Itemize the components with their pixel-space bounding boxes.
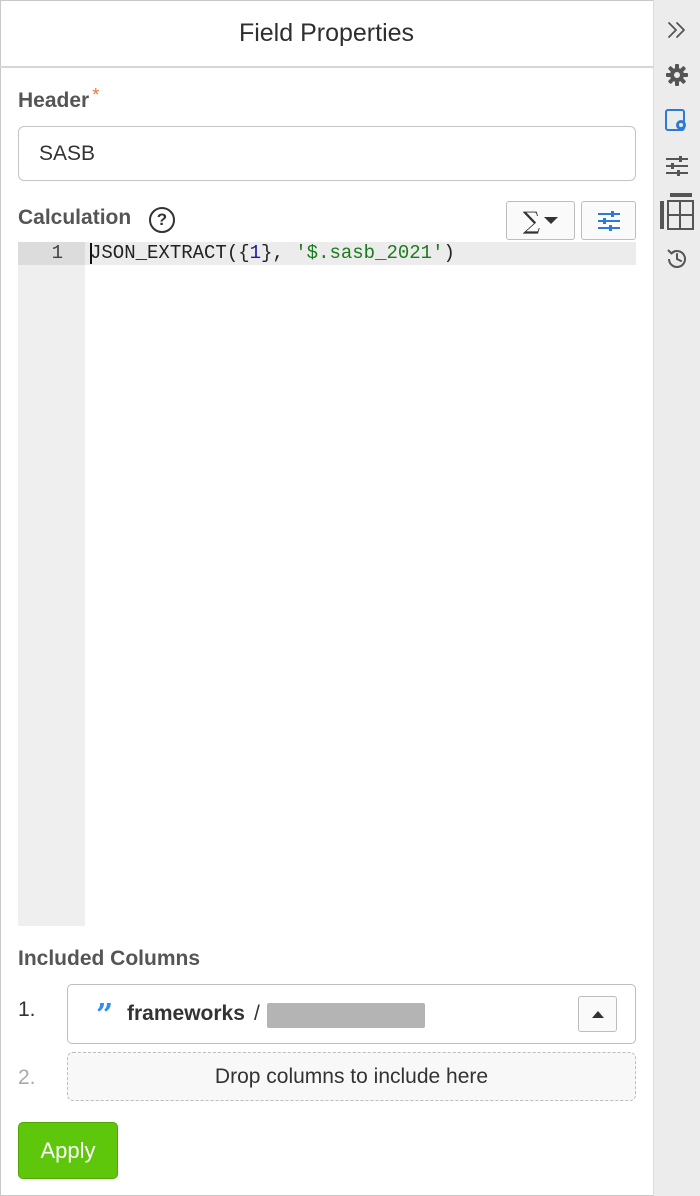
quote-icon: ” xyxy=(96,998,113,1033)
next-column-index: 2. xyxy=(18,1066,36,1089)
text-cursor xyxy=(90,243,92,264)
redacted-column-path xyxy=(267,1003,425,1028)
column-name: frameworks xyxy=(127,1002,245,1025)
sliders-icon xyxy=(597,210,620,231)
panel-header: Field Properties xyxy=(0,0,653,68)
settings-button[interactable] xyxy=(654,57,700,93)
code-function: JSON_EXTRACT( xyxy=(90,242,239,264)
code-brace-close: } xyxy=(261,242,273,264)
help-icon[interactable]: ? xyxy=(149,207,175,233)
header-label: Header * xyxy=(18,85,99,113)
insert-function-button[interactable]: ∑ xyxy=(506,201,575,240)
apply-button[interactable]: Apply xyxy=(18,1122,118,1179)
header-label-text: Header xyxy=(18,89,90,112)
editor-gutter: 1 xyxy=(18,242,85,926)
field-settings-icon xyxy=(665,109,686,131)
field-properties-panel: Field Properties Header* Calculation ? ∑… xyxy=(0,0,653,1196)
code-line[interactable]: JSON_EXTRACT({1}, '$.sasb_2021') xyxy=(90,242,455,265)
column-collapse-button[interactable] xyxy=(578,996,617,1032)
code-paren-close: ) xyxy=(443,242,455,264)
sliders-icon xyxy=(666,156,688,176)
chevron-down-icon xyxy=(544,217,559,224)
included-column-item[interactable]: ” frameworks / xyxy=(67,984,636,1044)
included-columns-label: Included Columns xyxy=(18,947,201,970)
gear-icon xyxy=(666,64,688,86)
code-number: 1 xyxy=(249,242,262,264)
editor-options-button[interactable] xyxy=(581,201,636,240)
code-brace-open: { xyxy=(238,242,250,264)
filters-button[interactable] xyxy=(654,148,700,184)
header-input[interactable] xyxy=(18,126,636,181)
column-dropzone[interactable]: Drop columns to include here xyxy=(67,1052,636,1101)
double-chevron-right-icon xyxy=(668,22,685,38)
column-path-separator: / xyxy=(254,1002,260,1025)
required-asterisk: * xyxy=(92,85,100,105)
calculation-code-editor[interactable]: 1 JSON_EXTRACT({1}, '$.sasb_2021') xyxy=(18,242,636,926)
code-comma: , xyxy=(272,242,296,264)
table-layout-button[interactable] xyxy=(654,193,700,231)
collapse-panel-button[interactable] xyxy=(654,12,700,48)
dropzone-text: Drop columns to include here xyxy=(214,1064,489,1088)
panel-title: Field Properties xyxy=(238,18,415,47)
table-layout-icon xyxy=(660,193,694,230)
field-properties-button[interactable] xyxy=(654,103,700,139)
line-number: 1 xyxy=(18,242,85,265)
calculation-label: Calculation xyxy=(18,206,132,229)
history-icon xyxy=(667,249,686,268)
right-toolbar xyxy=(653,0,700,1196)
column-index: 1. xyxy=(18,998,36,1021)
history-button[interactable] xyxy=(654,241,700,277)
chevron-up-icon xyxy=(591,1010,604,1018)
code-string: '$.sasb_2021' xyxy=(295,242,444,264)
sigma-icon: ∑ xyxy=(522,206,541,235)
